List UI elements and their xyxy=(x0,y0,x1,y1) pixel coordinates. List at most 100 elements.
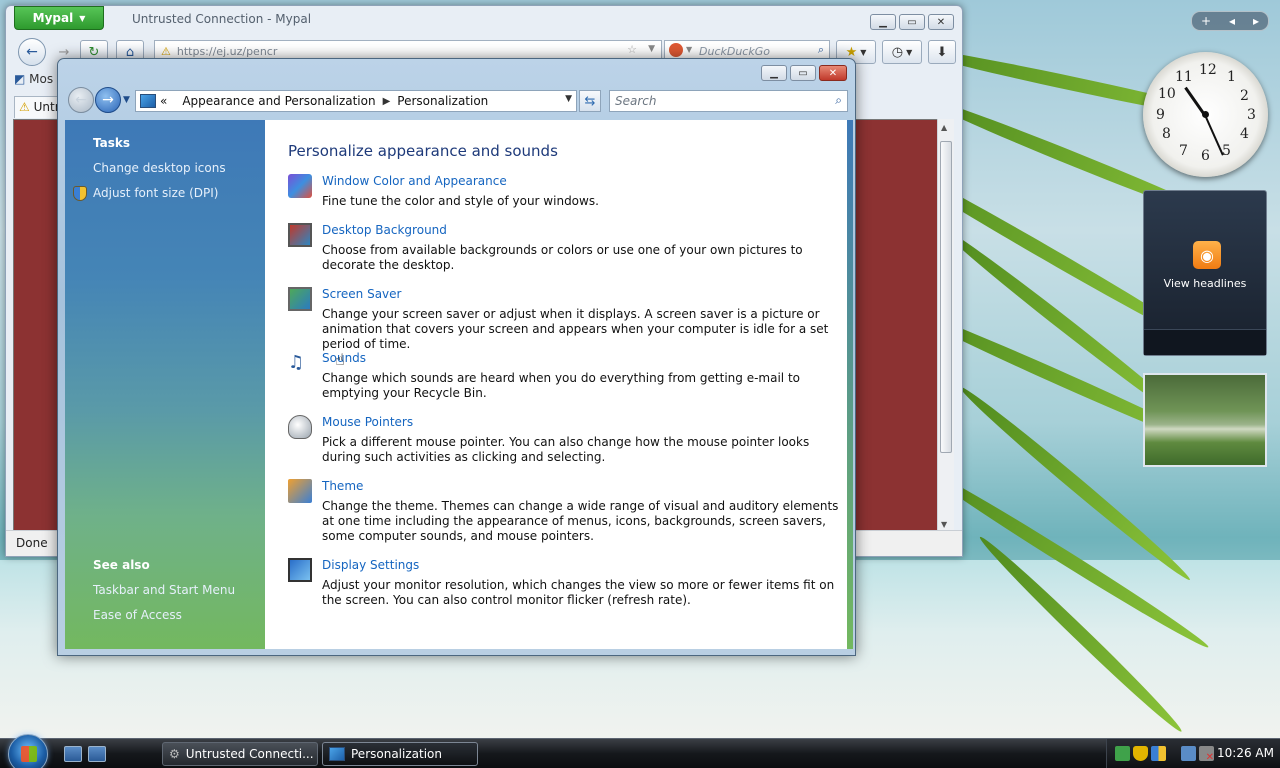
duckduckgo-icon[interactable] xyxy=(669,43,683,57)
back-arrow-icon[interactable]: ← xyxy=(68,87,94,113)
sidebar-controls[interactable]: + ◂ ▸ xyxy=(1191,11,1269,31)
clock-number: 7 xyxy=(1179,143,1188,159)
clock-number: 5 xyxy=(1222,143,1231,159)
scroll-down-icon[interactable]: ▼ xyxy=(941,520,947,529)
adjust-font-size-link[interactable]: Adjust font size (DPI) xyxy=(93,186,218,200)
see-also-heading: See also xyxy=(93,558,150,572)
window-edge xyxy=(847,120,853,649)
scroll-up-icon[interactable]: ▲ xyxy=(941,123,947,132)
clock-number: 6 xyxy=(1201,148,1210,164)
cp-close-button[interactable]: ✕ xyxy=(819,65,847,81)
app-menu-label: Mypal xyxy=(32,11,74,25)
status-text: Done xyxy=(16,536,48,550)
cp-search-input[interactable]: Search ⌕ xyxy=(609,90,848,112)
control-panel-icon xyxy=(329,747,345,761)
browser-scrollbar[interactable]: ▲ ▼ xyxy=(937,119,954,531)
desktop-background-link[interactable]: Desktop Background xyxy=(322,223,447,237)
browser-window-controls: ▁ ▭ ✕ xyxy=(870,14,954,30)
search-icon[interactable]: ⌕ xyxy=(818,43,824,57)
screen-saver-link[interactable]: Screen Saver xyxy=(322,287,401,301)
search-icon[interactable]: ⌕ xyxy=(835,93,842,108)
item-description: Pick a different mouse pointer. You can … xyxy=(322,435,810,464)
personalization-window[interactable]: ▁ ▭ ✕ ← → ▼ « Appearance and Personaliza… xyxy=(57,58,856,656)
warning-icon: ⚠ xyxy=(161,44,171,58)
network-icon[interactable] xyxy=(1181,746,1196,761)
ease-of-access-link[interactable]: Ease of Access xyxy=(93,608,182,622)
sidebar-prev-icon[interactable]: ◂ xyxy=(1229,14,1235,28)
feed-label[interactable]: View headlines xyxy=(1144,277,1266,290)
mouse-pointers-icon xyxy=(288,415,312,439)
address-bar[interactable]: « Appearance and Personalization ▶ Perso… xyxy=(135,90,577,112)
breadcrumb-separator-icon[interactable]: ▶ xyxy=(383,96,391,107)
clock-number: 12 xyxy=(1199,62,1217,78)
item-description: Choose from available backgrounds or col… xyxy=(322,243,803,272)
display-settings-link[interactable]: Display Settings xyxy=(322,558,419,572)
window-color-link[interactable]: Window Color and Appearance xyxy=(322,174,507,188)
taskbar-start-menu-link[interactable]: Taskbar and Start Menu xyxy=(93,583,235,597)
show-desktop-icon[interactable] xyxy=(64,746,82,762)
sidebar-next-icon[interactable]: ▸ xyxy=(1253,14,1259,28)
url-dropdown-icon[interactable]: ▼ xyxy=(648,44,655,54)
clock-number: 2 xyxy=(1240,88,1249,104)
feed-footer xyxy=(1144,329,1266,355)
taskbar-button-browser[interactable]: ⚙ Untrusted Connecti... xyxy=(162,742,318,766)
rss-icon: ◉ xyxy=(1193,241,1221,269)
sidebar-add-button[interactable]: + xyxy=(1201,14,1211,28)
url-text: https://ej.uz/pencr xyxy=(176,44,278,58)
bookmark-star-icon[interactable]: ☆ xyxy=(627,43,637,56)
item-description: Fine tune the color and style of your wi… xyxy=(322,194,599,208)
sounds-icon: ♫ xyxy=(288,352,305,373)
address-dropdown-icon[interactable]: ▼ xyxy=(565,94,572,104)
bookmarks-bar: ◩ Mos xyxy=(14,72,53,92)
switch-windows-icon[interactable] xyxy=(88,746,106,762)
app-menu-button[interactable]: Mypal ▼ xyxy=(14,6,104,30)
security-shield-icon[interactable] xyxy=(1133,746,1148,761)
cp-maximize-button[interactable]: ▭ xyxy=(790,65,816,81)
change-desktop-icons-link[interactable]: Change desktop icons xyxy=(93,161,226,175)
display-settings-icon xyxy=(288,558,312,582)
breadcrumb-appearance[interactable]: Appearance and Personalization xyxy=(182,94,375,108)
item-description: Change your screen saver or adjust when … xyxy=(322,307,829,351)
cp-minimize-button[interactable]: ▁ xyxy=(761,65,787,81)
breadcrumb-personalization[interactable]: Personalization xyxy=(397,94,488,108)
clock-number: 11 xyxy=(1175,69,1193,85)
windows-security-icon[interactable] xyxy=(1151,746,1166,761)
tasks-heading: Tasks xyxy=(93,136,131,150)
clock-number: 3 xyxy=(1247,107,1256,123)
desktop-background-icon xyxy=(288,223,312,247)
maximize-button[interactable]: ▭ xyxy=(899,14,925,30)
close-button[interactable]: ✕ xyxy=(928,14,954,30)
system-clock[interactable]: 10:26 AM xyxy=(1217,746,1274,760)
minimize-button[interactable]: ▁ xyxy=(870,14,896,30)
slideshow-gadget[interactable] xyxy=(1143,373,1267,467)
theme-link[interactable]: Theme xyxy=(322,479,363,493)
taskbar-button-personalization[interactable]: Personalization xyxy=(322,742,478,766)
window-color-icon xyxy=(288,174,312,198)
history-button[interactable]: ◷ ▼ xyxy=(882,40,922,64)
cp-window-controls: ▁ ▭ ✕ xyxy=(761,65,847,81)
clock-gadget[interactable]: 12 1 2 3 4 5 6 7 8 9 10 11 xyxy=(1143,52,1268,177)
page-title: Personalize appearance and sounds xyxy=(288,142,558,160)
recent-pages-dropdown-icon[interactable]: ▼ xyxy=(123,95,130,105)
feed-headlines-gadget[interactable]: ◉ View headlines xyxy=(1143,190,1267,356)
cp-search-placeholder: Search xyxy=(615,94,657,108)
task-pane: Tasks Change desktop icons Adjust font s… xyxy=(65,120,265,649)
search-engine-dropdown-icon[interactable]: ▼ xyxy=(686,45,692,54)
refresh-icon[interactable]: ⇆ xyxy=(579,90,601,112)
clock-center xyxy=(1202,111,1209,118)
screen-saver-icon xyxy=(288,287,312,311)
back-arrow-icon[interactable]: ← xyxy=(18,38,46,66)
breadcrumb-overflow[interactable]: « xyxy=(160,94,167,108)
network-status-icon[interactable] xyxy=(1115,746,1130,761)
item-description: Adjust your monitor resolution, which ch… xyxy=(322,578,835,607)
forward-arrow-icon[interactable]: → xyxy=(95,87,121,113)
scroll-thumb[interactable] xyxy=(940,141,952,453)
mouse-pointers-link[interactable]: Mouse Pointers xyxy=(322,415,413,429)
downloads-icon[interactable]: ⬇ xyxy=(928,40,956,64)
taskbar-button-label: Personalization xyxy=(351,747,442,761)
bookmark-icon: ◩ xyxy=(14,72,26,86)
volume-muted-icon[interactable]: ✕ xyxy=(1199,746,1214,763)
control-panel-icon xyxy=(140,94,156,108)
bookmark-item[interactable]: Mos xyxy=(29,72,53,86)
start-button[interactable] xyxy=(8,734,48,768)
